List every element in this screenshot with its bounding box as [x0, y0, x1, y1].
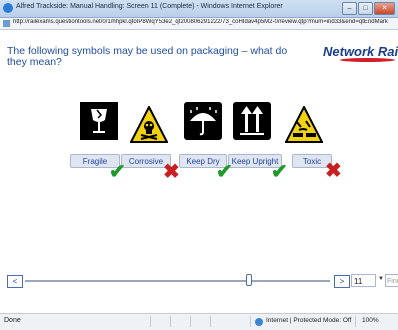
status-bar: Done Internet | Protected Mode: Off 100% — [0, 313, 398, 330]
status-divider — [150, 316, 151, 327]
status-divider — [170, 316, 171, 327]
correct-tick-icon: ✔ — [109, 161, 126, 183]
minimize-button[interactable]: – — [342, 2, 357, 15]
page-content: The following symbols may be used on pac… — [0, 30, 398, 310]
internet-explorer-icon — [3, 3, 13, 13]
corrosive-symbol-icon — [130, 106, 168, 143]
previous-screen-button[interactable]: < — [7, 275, 23, 288]
status-text: Done — [4, 317, 21, 324]
network-rail-logo: Network Rail — [323, 44, 398, 59]
screen-slider-thumb[interactable] — [246, 274, 252, 286]
screen-number-field[interactable]: 11 — [351, 274, 376, 287]
question-text: The following symbols may be used on pac… — [7, 45, 288, 68]
status-divider — [250, 316, 251, 327]
address-bar[interactable]: http://railexams.questiontools.net/0/1/h… — [0, 18, 398, 30]
zoom-level[interactable]: 100% — [362, 317, 379, 324]
screen-navigation: < > 11 ▼ Find — [0, 273, 398, 289]
incorrect-cross-icon: ✖ — [163, 161, 180, 183]
address-url[interactable]: http://railexams.questiontools.net/0/1/h… — [13, 19, 395, 25]
status-divider — [355, 316, 356, 327]
security-zone: Internet | Protected Mode: Off — [266, 317, 352, 324]
window-controls: – □ ✕ — [342, 2, 395, 15]
keep-upright-symbol-icon — [233, 102, 271, 140]
logo-swoosh — [340, 58, 395, 62]
find-input[interactable]: Find — [385, 274, 398, 287]
fragile-symbol-icon — [80, 102, 118, 140]
keep-dry-symbol-icon — [184, 102, 222, 140]
window-title: Alfred Trackside: Manual Handling: Scree… — [16, 3, 283, 10]
incorrect-cross-icon: ✖ — [325, 160, 342, 182]
page-icon — [3, 20, 10, 27]
chevron-down-icon[interactable]: ▼ — [378, 276, 384, 282]
window-titlebar: Alfred Trackside: Manual Handling: Scree… — [0, 0, 398, 18]
toxic-symbol-icon — [285, 106, 323, 143]
maximize-button[interactable]: □ — [358, 2, 373, 15]
next-screen-button[interactable]: > — [334, 275, 350, 288]
close-button[interactable]: ✕ — [374, 2, 395, 15]
correct-tick-icon: ✔ — [271, 161, 288, 183]
correct-tick-icon: ✔ — [216, 161, 233, 183]
status-divider — [210, 316, 211, 327]
globe-icon — [255, 318, 263, 326]
screen-slider-track[interactable] — [25, 280, 330, 282]
status-divider — [190, 316, 191, 327]
